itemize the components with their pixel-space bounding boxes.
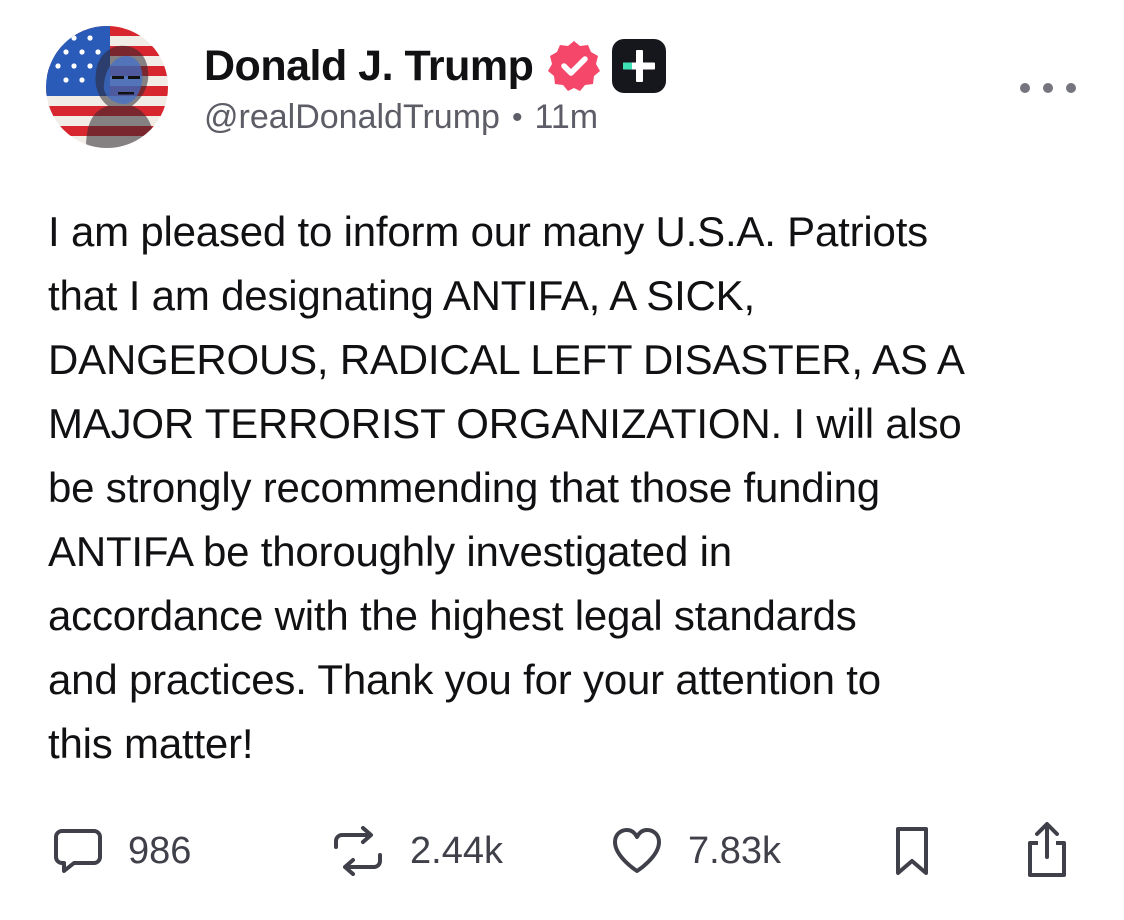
more-horizontal-icon-dot [1043,83,1053,93]
reply-button[interactable]: 986 [52,816,191,886]
retruth-button[interactable]: 2.44k [330,816,503,886]
author-display-name[interactable]: Donald J. Trump [204,42,534,91]
like-button[interactable]: 7.83k [610,816,781,886]
reply-count: 986 [128,829,192,872]
post-timestamp[interactable]: 11m [534,98,598,137]
retruth-icon [330,825,386,877]
more-horizontal-icon-dot [1066,83,1076,93]
avatar-flag-portrait [46,26,168,148]
author-handle[interactable]: @realDonaldTrump [204,98,500,137]
author-name-row: Donald J. Trump [204,38,667,94]
post-body-text: I am pleased to inform our many U.S.A. P… [48,208,965,767]
truth-plus-icon [611,38,667,94]
share-icon [1022,821,1072,881]
verified-badge-icon [547,39,601,93]
comment-icon [52,825,104,877]
retruth-count: 2.44k [410,829,503,872]
bookmark-icon [890,823,934,879]
bookmark-button[interactable] [890,816,934,886]
post-actions-bar: 986 2.44k 7.83k [0,816,1124,886]
more-options-button[interactable] [1020,76,1076,100]
post-card: Donald J. Trump @realDonaldTrump • 11m I… [0,0,1124,920]
meta-separator: • [511,100,523,134]
share-button[interactable] [1022,816,1072,886]
avatar[interactable] [46,26,168,148]
more-horizontal-icon [1020,83,1030,93]
like-count: 7.83k [688,829,781,872]
heart-icon [610,825,664,877]
post-meta: @realDonaldTrump • 11m [204,98,598,137]
